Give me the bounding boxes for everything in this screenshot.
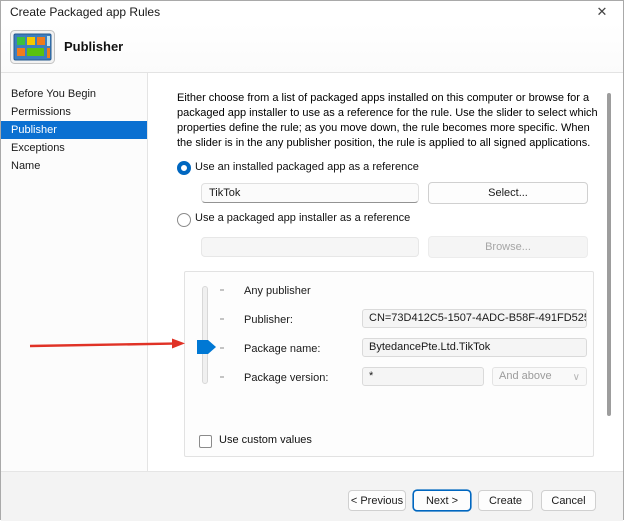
create-button[interactable]: Create xyxy=(478,490,533,511)
slider-tick-package-name xyxy=(220,347,224,349)
slider-tick-publisher xyxy=(220,318,224,320)
version-scope-dropdown: And above ∨ xyxy=(492,367,587,386)
page-title: Publisher xyxy=(64,39,123,54)
sidebar-item-name[interactable]: Name xyxy=(1,157,147,175)
cancel-button[interactable]: Cancel xyxy=(541,490,596,511)
previous-button[interactable]: < Previous xyxy=(348,490,406,511)
package-name-value-field: BytedancePte.Ltd.TikTok xyxy=(362,338,587,357)
slider-tick-any-publisher xyxy=(220,289,224,291)
use-custom-values-label[interactable]: Use custom values xyxy=(219,434,312,446)
sidebar-item-publisher[interactable]: Publisher xyxy=(1,121,147,139)
specificity-slider-track[interactable] xyxy=(202,286,208,384)
sidebar-item-before-you-begin[interactable]: Before You Begin xyxy=(1,85,147,103)
installer-path-field xyxy=(201,237,419,257)
publisher-value-field: CN=73D412C5-1507-4ADC-B58F-491FD52592E3 xyxy=(362,309,587,328)
sidebar-item-exceptions[interactable]: Exceptions xyxy=(1,139,147,157)
next-button[interactable]: Next > xyxy=(413,490,471,511)
select-button[interactable]: Select... xyxy=(428,182,588,204)
chevron-down-icon: ∨ xyxy=(573,369,580,386)
title-bar: Create Packaged app Rules ✕ xyxy=(1,1,623,23)
slider-tick-package-version xyxy=(220,376,224,378)
package-version-label: Package version: xyxy=(244,372,328,384)
package-version-value-field: * xyxy=(362,367,484,386)
installed-app-name-field[interactable]: TikTok xyxy=(201,183,419,203)
wizard-header: Publisher xyxy=(1,23,623,73)
version-scope-value: And above xyxy=(499,370,552,382)
page-description: Either choose from a list of packaged ap… xyxy=(177,91,601,151)
specificity-slider-thumb[interactable] xyxy=(197,340,216,354)
publisher-scope-panel: Any publisher Publisher: Package name: P… xyxy=(184,271,594,457)
button-bar: < Previous Next > Create Cancel xyxy=(1,471,623,521)
sidebar-item-permissions[interactable]: Permissions xyxy=(1,103,147,121)
installed-app-radio-label[interactable]: Use an installed packaged app as a refer… xyxy=(195,161,419,173)
package-name-label: Package name: xyxy=(244,343,320,355)
window-title: Create Packaged app Rules xyxy=(10,5,160,19)
publisher-label: Publisher: xyxy=(244,314,293,326)
wizard-steps-sidebar: Before You Begin Permissions Publisher E… xyxy=(1,73,148,471)
use-custom-values-checkbox[interactable] xyxy=(199,435,212,448)
browse-button: Browse... xyxy=(428,236,588,258)
installed-app-radio[interactable] xyxy=(177,161,191,175)
vertical-scrollbar[interactable] xyxy=(607,93,611,416)
installer-radio-label[interactable]: Use a packaged app installer as a refere… xyxy=(195,212,410,224)
close-icon[interactable]: ✕ xyxy=(587,2,617,22)
packaged-app-tiles-icon xyxy=(10,30,55,69)
any-publisher-label: Any publisher xyxy=(244,285,311,297)
create-packaged-app-rules-dialog: { "window": { "title": "Create Packaged … xyxy=(0,0,624,520)
installer-radio[interactable] xyxy=(177,213,191,227)
